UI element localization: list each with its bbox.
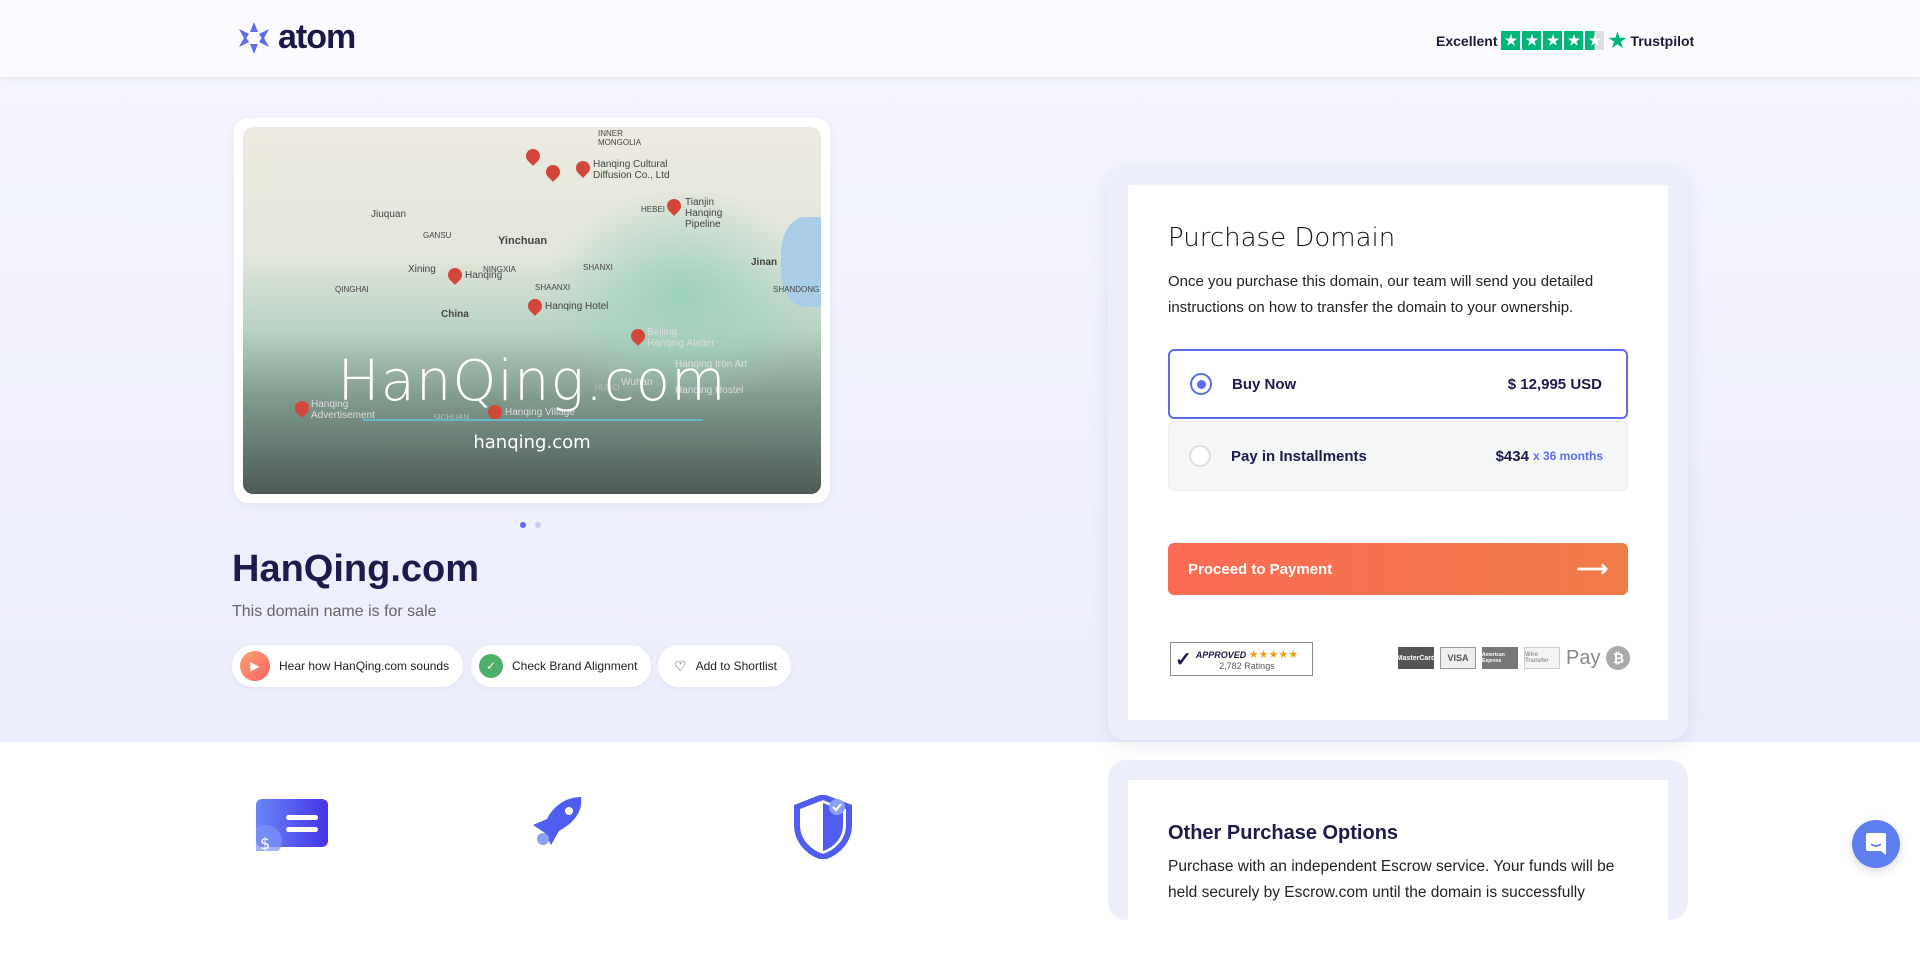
arrow-right-icon: ⟶ [1576,556,1608,581]
map-pin-icon [525,296,545,316]
map-pin-icon [543,162,563,182]
option-label: Pay in Installments [1231,447,1367,465]
trustpilot-rating-label: Excellent [1436,32,1498,49]
atom-logo[interactable]: atom [236,18,356,57]
heart-icon: ♡ [674,657,687,674]
wire-transfer-icon: Wire Transfer [1524,647,1560,669]
map-label: Yinchuan [498,235,548,247]
map-label: Beijing Hanqing Atelier [647,327,715,349]
add-to-shortlist-button[interactable]: ♡ Add to Shortlist [658,645,791,687]
carousel-dot-2[interactable] [535,522,541,528]
map-label: China [441,309,469,320]
star-icon: ★ [1543,31,1563,50]
map-image: Hanqing Cultural Diffusion Co., Ltd Tian… [243,127,821,494]
map-label: SHANDONG [773,285,820,294]
trustpilot-star-icon: ★ [1608,30,1627,52]
trustpilot-brand: Trustpilot [1630,32,1695,49]
other-purchase-panel: Other Purchase Options Purchase with an … [1128,780,1668,980]
shopper-approved-badge[interactable]: ✓ APPROVED ★★★★★ 2,782 Ratings [1170,642,1313,676]
option-period: x 36 months [1532,449,1603,463]
map-label: HEBEI [641,205,666,214]
button-label: Proceed to Payment [1188,560,1333,578]
image-underline [363,419,703,421]
bitcoin-icon: ₿ [1606,646,1631,670]
radio-selected[interactable] [1190,373,1212,395]
ratings-count: 2,782 Ratings [1219,660,1275,671]
proceed-to-payment-button[interactable]: Proceed to Payment ⟶ [1168,543,1628,595]
svg-text:$: $ [260,834,270,851]
map-label: Xining [408,264,436,275]
logo-text: atom [278,18,356,56]
purchase-description: Once you purchase this domain, our team … [1168,273,1594,316]
header: atom Excellent ★ ★ ★ ★ ★ ★ Trustpilot [0,0,1920,77]
image-domain-title: HanQing.com [337,349,727,414]
option-price: $434 [1495,447,1529,465]
domain-title: HanQing.com [232,548,480,590]
amex-icon: American Express [1482,647,1518,669]
domain-tagline: This domain name is for sale [232,603,437,620]
map-pin-icon [573,158,593,178]
domain-image-carousel[interactable]: Hanqing Cultural Diffusion Co., Ltd Tian… [234,118,830,503]
rating-stars-icon: ★★★★★ [1248,648,1299,661]
play-icon: ▶ [240,651,270,681]
button-label: Add to Shortlist [695,659,777,673]
radio-unselected[interactable] [1189,445,1211,467]
purchase-title: Purchase Domain [1168,223,1396,253]
map-label: QINGHAI [335,285,369,294]
trustpilot-widget[interactable]: Excellent ★ ★ ★ ★ ★ ★ Trustpilot [1436,28,1694,53]
hear-pronunciation-button[interactable]: ▶ Hear how HanQing.com sounds [232,645,464,687]
trustpilot-stars: ★ ★ ★ ★ ★ [1501,31,1605,50]
chat-launcher-button[interactable] [1852,820,1900,868]
image-domain-subtitle: hanqing.com [473,432,591,453]
map-label: Jinan [751,257,778,268]
map-label: NINGXIA [483,265,516,274]
map-pin-icon [445,265,465,285]
option-price: $ 12,995 USD [1507,375,1602,393]
star-icon: ★ [1564,31,1584,50]
star-icon: ★ [1501,31,1521,50]
star-icon: ★ [1522,31,1542,50]
shopper-approved-logo-icon: ✓ [1175,648,1192,671]
map-label: Jiuquan [371,209,407,220]
shield-icon [793,793,853,864]
map-label: SHANXI [583,263,613,272]
visa-icon: VISA [1440,647,1476,669]
option-label: Buy Now [1232,375,1297,393]
other-purchase-card: Other Purchase Options Purchase with an … [1108,760,1688,980]
rocket-icon [525,795,589,864]
mastercard-icon: MasterCard [1397,647,1435,669]
chat-icon [1866,833,1886,855]
check-icon: ✓ [479,654,503,678]
map-label: SHAANXI [535,283,571,292]
map-label: Tianjin Hanqing Pipeline [685,197,723,230]
button-label: Check Brand Alignment [512,659,638,673]
payment-methods: MasterCard VISA American Express Wire Tr… [1397,646,1631,670]
map-label: Hanqing Hotel [545,301,609,312]
half-star-icon: ★ [1585,31,1605,50]
purchase-card: Purchase Domain Once you purchase this d… [1108,167,1688,740]
carousel-dots [520,522,541,528]
option-installments[interactable]: Pay in Installments $434 x 36 months [1168,421,1628,491]
badge-label: APPROVED [1195,649,1247,660]
map-pin-icon [523,146,543,166]
map-label: Hanqing Cultural Diffusion Co., Ltd [593,159,670,181]
purchase-panel: Purchase Domain Once you purchase this d… [1128,185,1668,720]
atom-logo-icon [239,21,269,54]
map-label: GANSU [423,231,452,240]
carousel-dot-1[interactable] [520,522,526,528]
apple-pay-icon: Pay [1566,646,1601,669]
option-buy-now[interactable]: Buy Now $ 12,995 USD [1168,349,1628,419]
payment-feature-icon: $ [250,795,328,857]
button-label: Hear how HanQing.com sounds [279,659,450,673]
other-purchase-title: Other Purchase Options [1168,822,1399,844]
check-brand-alignment-button[interactable]: ✓ Check Brand Alignment [471,645,652,687]
other-purchase-description: Purchase with an independent Escrow serv… [1168,858,1615,901]
map-label: INNER MONGOLIA [598,129,642,147]
